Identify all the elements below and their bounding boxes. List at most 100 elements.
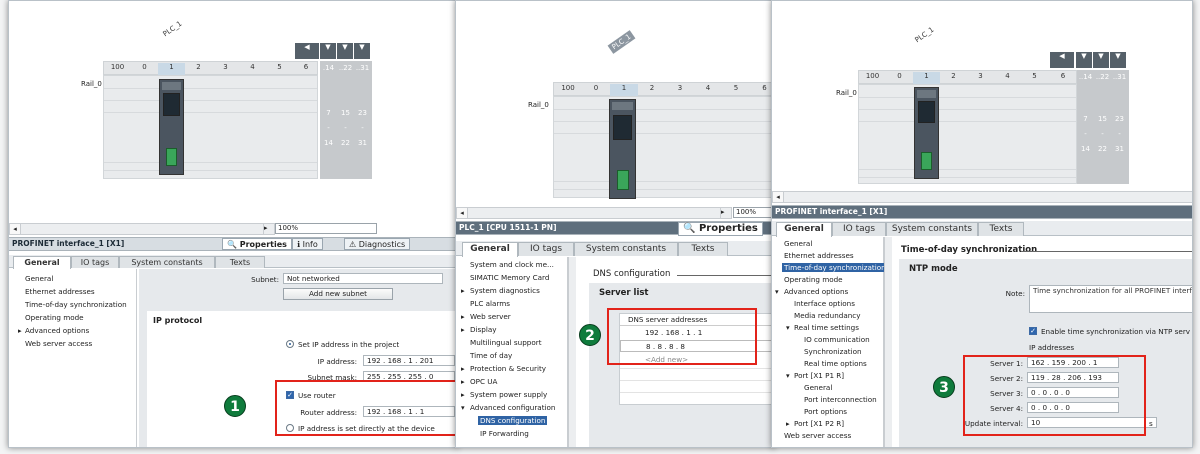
chevron-down-icon[interactable]: ▼: [1093, 52, 1109, 68]
nav-item[interactable]: Media redundancy: [794, 311, 861, 320]
cpu-module[interactable]: [609, 99, 636, 199]
nav-item[interactable]: Time of day: [470, 351, 512, 360]
nav-expand-icon[interactable]: ▸: [786, 419, 790, 428]
chevron-down-icon[interactable]: ▼: [1076, 52, 1092, 68]
nav-item-selected[interactable]: DNS configuration: [478, 416, 548, 425]
canvas-scrollbar[interactable]: ◂: [456, 207, 732, 219]
nav-item[interactable]: Web server access: [25, 339, 92, 348]
nav-item[interactable]: SIMATIC Memory Card: [470, 273, 549, 282]
tab-system-constants[interactable]: System constants: [886, 222, 978, 236]
nav-expand-icon[interactable]: ▸: [461, 325, 465, 334]
nav-item[interactable]: Port [X1 P2 R]: [794, 419, 844, 428]
nav-item[interactable]: Ethernet addresses: [25, 287, 95, 296]
ext-col-label: .14: [322, 64, 335, 72]
nav-expand-icon[interactable]: ▸: [461, 364, 465, 373]
slot-header: 100: [561, 84, 575, 92]
collapse-arrow-icon[interactable]: ◀: [1050, 52, 1074, 68]
enable-ntp-checkbox[interactable]: ✓: [1029, 327, 1037, 335]
nav-item[interactable]: Web server: [470, 312, 511, 321]
expansion-slots: ..14 ..22 ..31 7 15 23 - - - 14 22 31: [1077, 70, 1129, 184]
nav-item[interactable]: OPC UA: [470, 377, 497, 386]
nav-scrollbar[interactable]: [568, 257, 576, 447]
nav-expand-icon[interactable]: ▸: [461, 390, 465, 399]
tab-general[interactable]: General: [462, 242, 518, 257]
nav-item[interactable]: Advanced configuration: [470, 403, 555, 412]
tab-io-tags[interactable]: IO tags: [518, 242, 574, 256]
tab-texts[interactable]: Texts: [678, 242, 728, 256]
zoom-select[interactable]: 100%: [733, 207, 774, 218]
nav-item[interactable]: Synchronization: [804, 347, 862, 356]
nav-item[interactable]: IP Forwarding: [480, 429, 529, 438]
nav-expand-icon[interactable]: ▸: [461, 377, 465, 386]
rail-label: Rail_0: [528, 101, 549, 109]
nav-item[interactable]: General: [784, 239, 812, 248]
nav-item[interactable]: General: [25, 274, 53, 283]
tab-general[interactable]: General: [13, 256, 71, 269]
nav-item[interactable]: Port [X1 P1 R]: [794, 371, 844, 380]
scroll-left-icon[interactable]: ◂: [457, 208, 468, 218]
ext-num: 15: [1098, 115, 1107, 123]
nav-item[interactable]: Real time options: [804, 359, 867, 368]
chevron-down-icon[interactable]: ▼: [354, 43, 370, 59]
nav-item[interactable]: Protection & Security: [470, 364, 546, 373]
nav-expand-icon[interactable]: ▸: [461, 312, 465, 321]
chevron-down-icon[interactable]: ▼: [1110, 52, 1126, 68]
scroll-left-icon[interactable]: ◂: [773, 192, 784, 202]
nav-item[interactable]: PLC alarms: [470, 299, 510, 308]
nav-scrollbar[interactable]: [884, 237, 892, 447]
nav-item[interactable]: Operating mode: [25, 313, 84, 322]
canvas-scrollbar[interactable]: ◂: [772, 191, 1192, 203]
ip-address-field[interactable]: 192 . 168 . 1 . 201: [363, 355, 455, 366]
nav-item[interactable]: Operating mode: [784, 275, 843, 284]
scroll-left-icon[interactable]: ◂: [10, 224, 21, 234]
nav-collapse-icon[interactable]: ▾: [775, 287, 779, 296]
nav-item[interactable]: IO communication: [804, 335, 870, 344]
nav-item[interactable]: Real time settings: [794, 323, 859, 332]
tab-system-constants[interactable]: System constants: [574, 242, 678, 256]
nav-item[interactable]: Advanced options: [25, 326, 89, 335]
nav-item[interactable]: Time-of-day synchronization: [25, 300, 127, 309]
enable-ntp-label: Enable time synchronization via NTP serv: [1041, 327, 1191, 336]
nav-item[interactable]: Web server access: [784, 431, 851, 440]
tab-io-tags[interactable]: IO tags: [71, 256, 119, 268]
set-ip-radio[interactable]: [286, 340, 294, 348]
nav-item[interactable]: Advanced options: [784, 287, 848, 296]
cpu-module[interactable]: [159, 79, 184, 175]
tab-texts[interactable]: Texts: [978, 222, 1024, 236]
tab-io-tags[interactable]: IO tags: [832, 222, 886, 236]
tab-texts[interactable]: Texts: [215, 256, 265, 268]
nav-expand-icon[interactable]: ▸: [18, 326, 22, 335]
nav-item[interactable]: Ethernet addresses: [784, 251, 854, 260]
diagnostics-tab[interactable]: ⚠ Diagnostics: [344, 238, 411, 250]
add-subnet-button[interactable]: Add new subnet: [283, 288, 393, 300]
tab-general[interactable]: General: [776, 222, 832, 237]
nav-item[interactable]: Multilingual support: [470, 338, 542, 347]
canvas-scrollbar[interactable]: ◂: [9, 223, 271, 235]
nav-item[interactable]: System diagnostics: [470, 286, 540, 295]
chevron-down-icon[interactable]: ▼: [337, 43, 353, 59]
rail-label: Rail_0: [836, 89, 857, 97]
nav-item[interactable]: Interface options: [794, 299, 855, 308]
nav-item-selected[interactable]: Time-of-day synchronization: [782, 263, 888, 272]
collapse-arrow-icon[interactable]: ◀: [295, 43, 319, 59]
nav-item[interactable]: System power supply: [470, 390, 547, 399]
cpu-module[interactable]: [914, 87, 939, 179]
nav-collapse-icon[interactable]: ▾: [461, 403, 465, 412]
nav-item[interactable]: Port interconnection: [804, 395, 877, 404]
nav-expand-icon[interactable]: ▸: [461, 286, 465, 295]
tab-system-constants[interactable]: System constants: [119, 256, 215, 268]
nav-collapse-icon[interactable]: ▾: [786, 371, 790, 380]
properties-tab[interactable]: 🔍 Properties: [222, 238, 292, 250]
nav-collapse-icon[interactable]: ▾: [786, 323, 790, 332]
nav-item[interactable]: Display: [470, 325, 497, 334]
zoom-select[interactable]: 100%: [275, 223, 377, 234]
scroll-right-icon[interactable]: ▸: [263, 223, 275, 235]
nav-item[interactable]: Port options: [804, 407, 847, 416]
subnet-field[interactable]: Not networked: [283, 273, 443, 284]
nav-item[interactable]: General: [804, 383, 832, 392]
info-tab[interactable]: ℹ Info: [292, 238, 323, 250]
chevron-down-icon[interactable]: ▼: [320, 43, 336, 59]
properties-tab[interactable]: 🔍 Properties: [678, 222, 763, 236]
nav-item[interactable]: System and clock me...: [470, 260, 554, 269]
scroll-right-icon[interactable]: ▸: [720, 207, 732, 219]
